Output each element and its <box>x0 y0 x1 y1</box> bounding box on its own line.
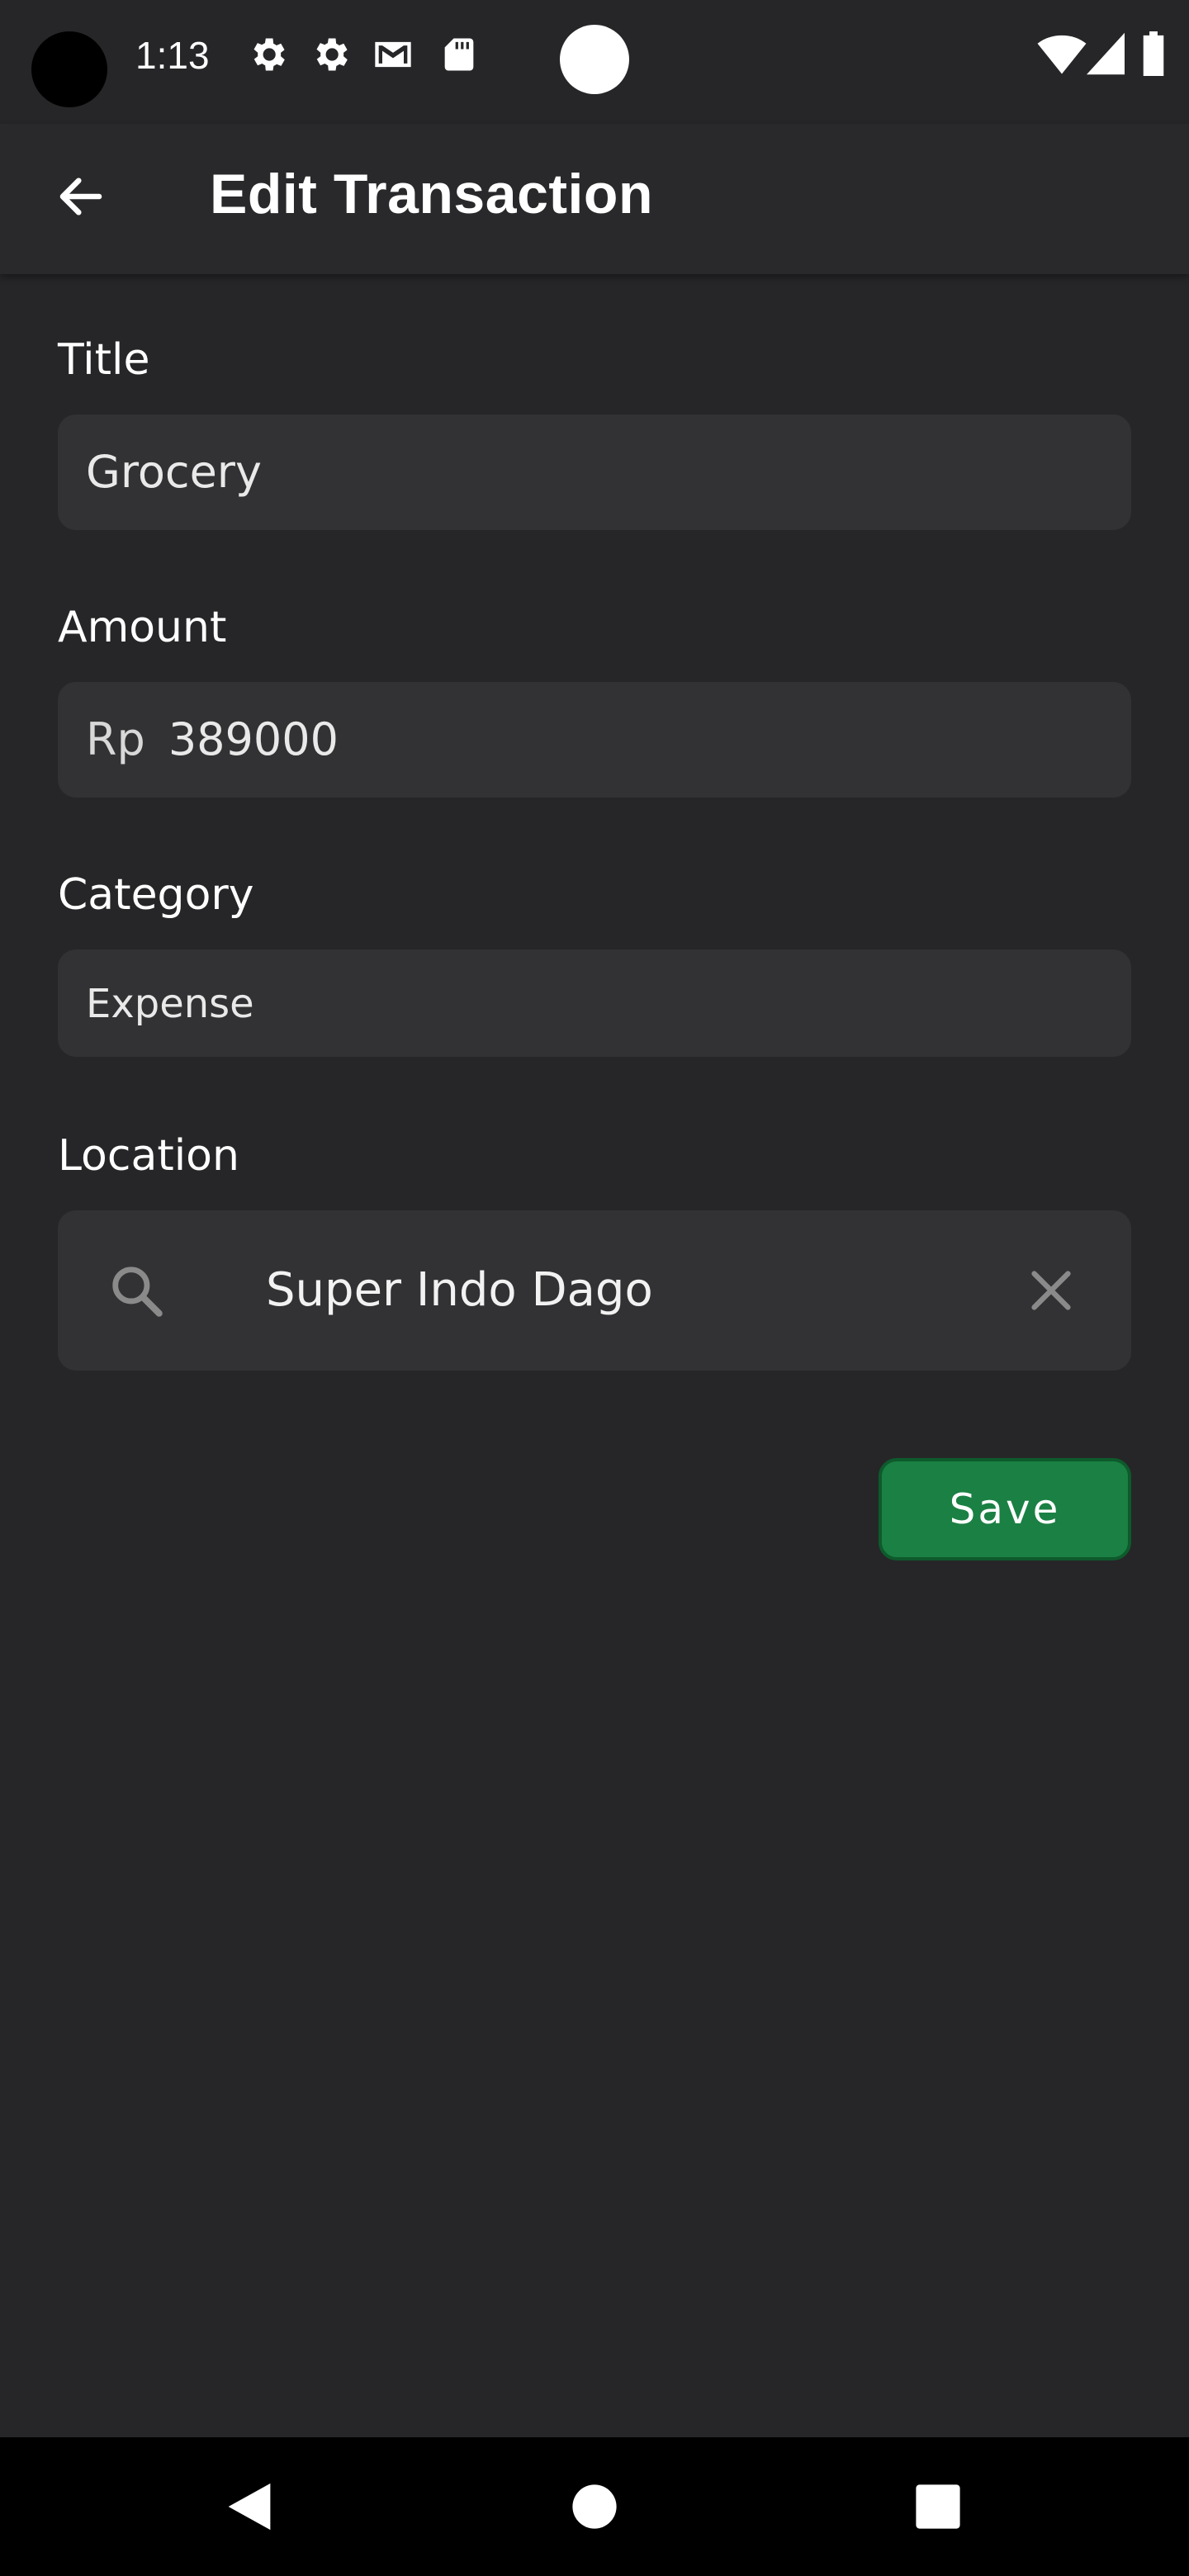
status-time: 1:13 <box>135 34 210 77</box>
save-button[interactable]: Save <box>879 1458 1131 1560</box>
back-button[interactable] <box>41 157 121 236</box>
currency-prefix: Rp <box>86 713 145 765</box>
recents-square-icon <box>916 2484 960 2529</box>
battery-icon <box>1143 31 1164 76</box>
location-label: Location <box>58 1131 239 1181</box>
system-navigation-bar <box>0 2437 1189 2576</box>
arrow-back-icon <box>59 178 102 215</box>
nav-recents-button[interactable] <box>890 2459 986 2555</box>
search-icon <box>112 1267 163 1317</box>
nav-back-button[interactable] <box>201 2459 297 2555</box>
signal-icon <box>1087 32 1125 75</box>
category-select[interactable]: Expense <box>58 949 1131 1057</box>
amount-field[interactable]: Rp 389000 <box>58 682 1131 798</box>
amount-field-value: 389000 <box>168 713 339 765</box>
settings-gear-icon <box>316 38 348 71</box>
title-field-value: Grocery <box>86 446 262 498</box>
home-circle-icon <box>572 2484 617 2529</box>
amount-label: Amount <box>58 603 227 652</box>
status-bar: 1:13 <box>0 0 1189 124</box>
app-toolbar: Edit Transaction <box>0 124 1189 274</box>
sd-card-icon <box>444 38 474 71</box>
wifi-icon <box>1037 35 1087 74</box>
settings-gear-icon <box>253 38 285 71</box>
page-title: Edit Transaction <box>210 163 653 225</box>
category-selected-value: Expense <box>86 981 254 1027</box>
location-search-value[interactable]: Super Indo Dago <box>266 1263 653 1317</box>
front-camera-dot <box>560 25 629 94</box>
title-field[interactable]: Grocery <box>58 414 1131 530</box>
gmail-icon <box>375 41 411 68</box>
title-label: Title <box>58 335 150 385</box>
category-label: Category <box>58 870 254 920</box>
location-search-field[interactable]: Super Indo Dago <box>58 1210 1131 1371</box>
clear-icon[interactable] <box>1022 1262 1080 1319</box>
nav-home-button[interactable] <box>547 2459 642 2555</box>
camera-cutout <box>31 31 107 107</box>
amount-field-content: Rp 389000 <box>86 713 339 765</box>
back-triangle-icon <box>228 2483 271 2531</box>
